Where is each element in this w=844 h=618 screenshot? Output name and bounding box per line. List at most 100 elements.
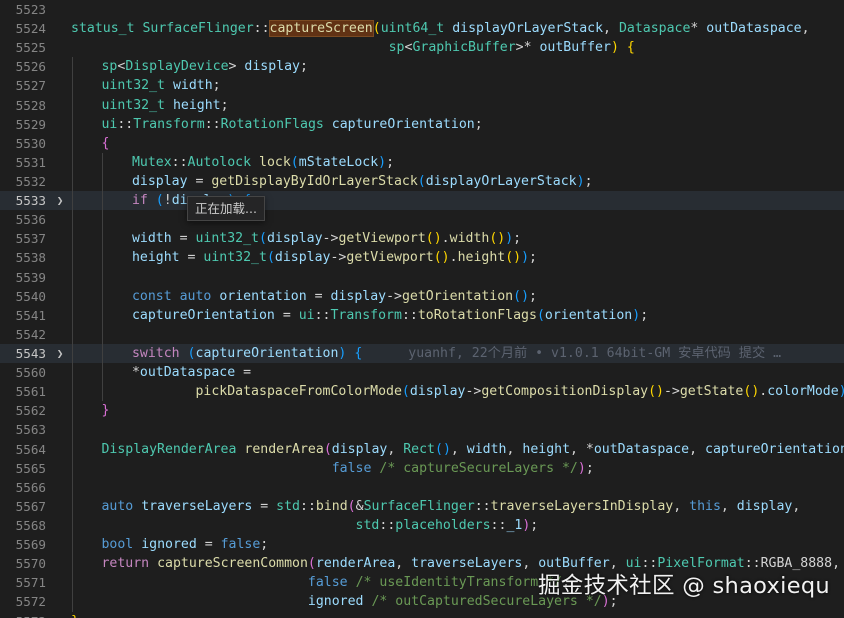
code-line[interactable]: 5538 height = uint32_t(display->getViewpo… bbox=[0, 248, 844, 268]
code-token: width bbox=[449, 231, 490, 247]
code-token: > bbox=[228, 59, 245, 75]
line-number: 5531 bbox=[15, 154, 46, 170]
code-line[interactable]: 5528 uint32_t height; bbox=[0, 95, 844, 115]
code-token: display bbox=[409, 384, 466, 400]
code-token: switch bbox=[131, 345, 180, 361]
code-token: = bbox=[252, 498, 277, 514]
code-token: , bbox=[792, 498, 801, 514]
indent-guide bbox=[72, 95, 73, 115]
code-token: if bbox=[131, 193, 148, 209]
code-token: std bbox=[355, 517, 380, 533]
code-line[interactable]: 5541 captureOrientation = ui::Transform::… bbox=[0, 305, 844, 325]
code-line[interactable]: 5563 bbox=[0, 420, 844, 440]
code-token: false bbox=[220, 537, 261, 553]
code-token: , bbox=[720, 498, 737, 514]
code-line[interactable]: 5525 sp<GraphicBuffer>* outBuffer) { bbox=[0, 38, 844, 57]
code-line[interactable]: 5531 Mutex::Autolock lock(mStateLock); bbox=[0, 152, 844, 172]
indent-guide bbox=[72, 515, 73, 536]
code-token: ; bbox=[260, 537, 269, 553]
code-token: uint32_t bbox=[203, 250, 267, 266]
line-number: 5527 bbox=[15, 78, 46, 94]
line-number: 5573 bbox=[0, 612, 46, 618]
code-line[interactable]: 5523 bbox=[0, 0, 844, 19]
code-line[interactable]: 5529 ui::Transform::RotationFlags capture… bbox=[0, 114, 844, 134]
git-blame-annotation[interactable]: yuanhf, 22个月前 • v1.0.1 64bit-GM 安卓代码 提交 … bbox=[408, 346, 781, 361]
hover-tooltip-text: 正在加载... bbox=[195, 201, 257, 216]
code-line[interactable]: 5567 auto traverseLayers = std::bind(&Sur… bbox=[0, 496, 844, 516]
code-token: :: bbox=[314, 307, 331, 323]
line-number: 5569 bbox=[15, 537, 46, 553]
code-line[interactable]: 5537 width = uint32_t(display->getViewpor… bbox=[0, 229, 844, 249]
code-text: sp<DisplayDevice> display; bbox=[101, 57, 307, 76]
indent-guide bbox=[72, 363, 73, 383]
code-line[interactable]: 5568 std::placeholders::_1); bbox=[0, 515, 844, 536]
alignment-space bbox=[101, 575, 307, 590]
code-line[interactable]: 5565 false /* captureSecureLayers */); bbox=[0, 458, 844, 478]
code-line[interactable]: 5533❯if (!display) { bbox=[0, 191, 844, 211]
code-token: () bbox=[648, 384, 664, 400]
code-token: ; bbox=[530, 517, 539, 533]
line-number: 5530 bbox=[15, 135, 46, 151]
code-token: return bbox=[101, 556, 150, 572]
indent-guide bbox=[72, 477, 73, 497]
code-line[interactable]: 5564 DisplayRenderArea renderArea(display… bbox=[0, 439, 844, 459]
code-token: placeholders bbox=[395, 517, 491, 533]
code-token: ! bbox=[163, 193, 172, 209]
code-token: uint32_t bbox=[101, 97, 165, 113]
code-token: ; bbox=[584, 173, 593, 189]
code-line[interactable]: 5540 const auto orientation = display->ge… bbox=[0, 286, 844, 306]
code-line[interactable]: 5566 bbox=[0, 477, 844, 497]
line-number: 5564 bbox=[15, 441, 46, 457]
code-text: width = uint32_t(display->getViewport().… bbox=[132, 229, 521, 248]
code-editor[interactable]: 5523 5524 status_t SurfaceFlinger::capture… bbox=[0, 0, 844, 618]
code-token: getViewport bbox=[338, 231, 426, 247]
code-token: ; bbox=[640, 307, 649, 323]
code-line[interactable]: 5560 *outDataspace = bbox=[0, 363, 844, 383]
code-line[interactable]: 5527 uint32_t width; bbox=[0, 76, 844, 96]
watermark-text: 掘金技术社区 @ shaoxiequ bbox=[537, 573, 830, 599]
code-line[interactable]: 5562} bbox=[0, 401, 844, 421]
code-token: ( bbox=[259, 231, 267, 247]
indent-guide bbox=[102, 363, 104, 383]
fold-chevron-right-icon[interactable]: ❯ bbox=[54, 191, 66, 210]
code-token: getViewport bbox=[346, 250, 434, 266]
code-line[interactable]: 5526 sp<DisplayDevice> display; bbox=[0, 57, 844, 77]
watermark: 掘金技术社区 @ shaoxiequ bbox=[538, 568, 830, 600]
code-line[interactable]: 5573} bbox=[0, 612, 844, 618]
indent-guide bbox=[72, 439, 73, 459]
code-token: ; bbox=[529, 250, 537, 266]
code-text: false /* useIdentityTransform */, bbox=[101, 573, 570, 592]
code-token: ( bbox=[266, 250, 275, 266]
code-token: display bbox=[331, 441, 388, 457]
code-token: { bbox=[354, 345, 363, 361]
code-token: display bbox=[274, 250, 331, 266]
code-line[interactable]: 5569 bool ignored = false; bbox=[0, 535, 844, 555]
code-line[interactable]: 5536 bbox=[0, 210, 844, 230]
indent-guide bbox=[72, 248, 73, 268]
code-token: :: bbox=[490, 517, 507, 533]
code-token: outDataspace bbox=[139, 365, 236, 381]
fold-chevron-right-icon[interactable]: ❯ bbox=[54, 344, 66, 363]
code-token: ; bbox=[529, 288, 537, 304]
indent-guide bbox=[72, 343, 73, 364]
code-token: ; bbox=[585, 460, 594, 476]
code-token: , bbox=[673, 498, 690, 514]
code-line[interactable]: 5530 { bbox=[0, 133, 844, 153]
code-line[interactable]: 5561 pickDataspaceFromColorMode(display-… bbox=[0, 382, 844, 402]
code-line[interactable]: 5543 ❯ switch (captureOrientation) {yuanhf… bbox=[0, 343, 844, 364]
code-line[interactable]: 5542 bbox=[0, 324, 844, 344]
code-line[interactable]: 5524 status_t SurfaceFlinger::captureScre… bbox=[0, 19, 844, 38]
code-token: pickDataspaceFromColorMode bbox=[195, 384, 402, 400]
indent-guide bbox=[102, 305, 104, 325]
code-token: display bbox=[266, 231, 323, 247]
code-token: :: bbox=[474, 498, 491, 514]
indent-guide bbox=[72, 171, 73, 192]
code-line[interactable]: 5539 bbox=[0, 267, 844, 287]
code-token: traverseLayers bbox=[411, 556, 523, 572]
code-line[interactable]: 5532 display = getDisplayByIdOrLayerStack… bbox=[0, 171, 844, 192]
code-token: = bbox=[171, 231, 196, 247]
code-text: *outDataspace = bbox=[132, 363, 251, 382]
